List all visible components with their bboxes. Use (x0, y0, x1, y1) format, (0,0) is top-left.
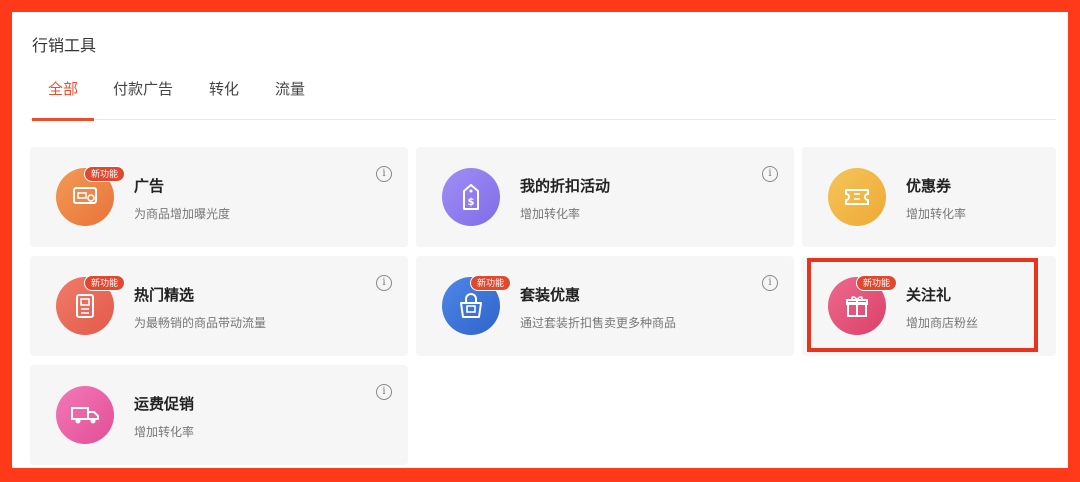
new-feature-badge: 新功能 (84, 166, 126, 182)
tool-card-coupons[interactable]: 优惠券 增加转化率 (802, 147, 1056, 247)
tool-card-top-picks[interactable]: 新功能 热门精选 为最畅销的商品带动流量 i (30, 256, 408, 356)
tool-description: 增加商店粉丝 (906, 316, 979, 330)
discount-tag-icon: $ (442, 168, 500, 226)
tab-traffic[interactable]: 流量 (275, 78, 305, 120)
tab-conversion[interactable]: 转化 (209, 78, 239, 120)
tool-card-follow-prize[interactable]: 新功能 关注礼 增加商店粉丝 (802, 256, 1056, 356)
svg-text:$: $ (468, 197, 475, 208)
tool-title: 我的折扣活动 (520, 177, 611, 195)
tool-description: 为商品增加曝光度 (134, 207, 231, 221)
new-feature-badge: 新功能 (84, 275, 126, 291)
info-icon[interactable]: i (376, 275, 392, 291)
info-icon[interactable]: i (762, 166, 778, 182)
tool-title: 广告 (134, 177, 165, 195)
tool-card-my-discounts[interactable]: $ 我的折扣活动 增加转化率 i (416, 147, 794, 247)
truck-icon (56, 386, 114, 444)
info-icon[interactable]: i (376, 384, 392, 400)
new-feature-badge: 新功能 (856, 275, 898, 291)
tab-bar: 全部 付款广告 转化 流量 (30, 68, 1056, 121)
tool-description: 增加转化率 (134, 425, 195, 439)
tool-title: 运费促销 (134, 395, 195, 413)
new-feature-badge: 新功能 (470, 275, 512, 291)
tab-all[interactable]: 全部 (31, 78, 95, 121)
tool-description: 增加转化率 (906, 207, 967, 221)
coupon-icon (828, 168, 886, 226)
tool-card-bundle-deals[interactable]: 新功能 套装优惠 通过套装折扣售卖更多种商品 i (416, 256, 794, 356)
tool-description: 为最畅销的商品带动流量 (134, 316, 267, 330)
info-icon[interactable]: i (762, 275, 778, 291)
tool-title: 热门精选 (134, 286, 195, 304)
tab-paid-ads[interactable]: 付款广告 (113, 78, 173, 120)
tool-description: 通过套装折扣售卖更多种商品 (520, 316, 677, 330)
tool-title: 关注礼 (906, 286, 952, 304)
tool-card-ads[interactable]: 新功能 广告 为商品增加曝光度 i (30, 147, 408, 247)
tool-title: 套装优惠 (520, 286, 581, 304)
page-title: 行销工具 (32, 36, 97, 55)
tool-title: 优惠券 (906, 177, 952, 195)
tool-card-shipping-promotion[interactable]: 运费促销 增加转化率 i (30, 365, 408, 465)
marketing-tools-panel: 行销工具 全部 付款广告 转化 流量 新功能 广告 为商品增加曝光度 i $ 我… (12, 12, 1068, 468)
tool-description: 增加转化率 (520, 207, 581, 221)
info-icon[interactable]: i (376, 166, 392, 182)
